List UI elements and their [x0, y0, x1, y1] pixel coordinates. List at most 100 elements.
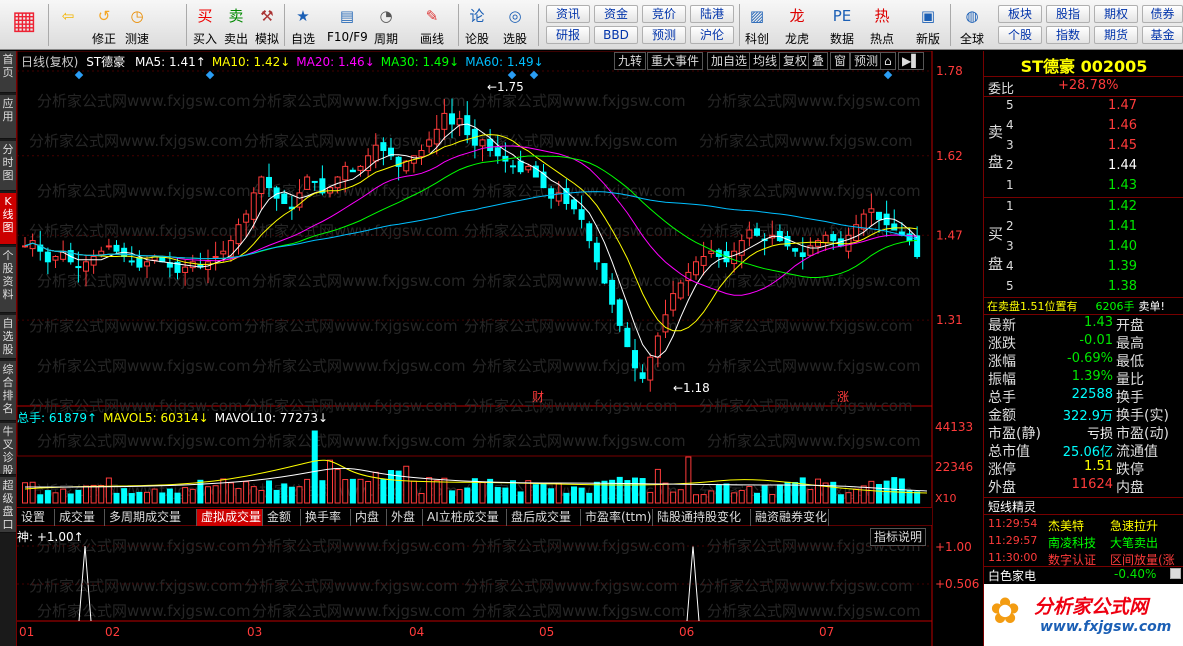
toolbar-forum-button[interactable]: 论论股	[461, 3, 493, 47]
indicator-tab-5[interactable]: 换手率	[301, 509, 351, 526]
toolbar-new-version-button[interactable]: ▣ 新版	[912, 3, 944, 47]
toolbar-small-button[interactable]: 板块	[998, 5, 1042, 23]
indicator-tab-7[interactable]: 外盘	[387, 509, 423, 526]
globe-icon: ◍	[965, 7, 979, 25]
sell-price-2[interactable]: 1.44	[1108, 158, 1137, 173]
indicator-tab-8[interactable]: AI立桩成交量	[423, 509, 507, 526]
toolbar-small-button[interactable]: 陆港	[690, 5, 734, 23]
toolbar-back-arrow-button[interactable]: ⇦	[52, 3, 84, 47]
indicator-tab-12[interactable]: 融资融券变化	[751, 509, 829, 526]
volume-bar	[357, 478, 364, 504]
toolbar-sell-button[interactable]: 卖卖出	[220, 3, 252, 47]
left-tab-4[interactable]: 个股资料	[0, 247, 16, 313]
left-tab-0[interactable]: 首页	[0, 51, 16, 93]
indicator-tab-4[interactable]: 金额	[263, 509, 301, 526]
short-term-wizard-title[interactable]: 短线精灵	[988, 498, 1036, 515]
buy-price-1[interactable]: 1.42	[1108, 199, 1137, 214]
watermark: 分析家公式网www.fxjgsw.com	[252, 602, 466, 620]
toolbar-pe-button[interactable]: PE 数据	[826, 3, 858, 47]
indicator-tab-1[interactable]: 成交量	[55, 509, 105, 526]
toolbar-small-button[interactable]: 债券	[1142, 5, 1183, 23]
kline-chart[interactable]: 分析家公式网www.fxjgsw.com 分析家公式网www.fxjgsw.com…	[17, 51, 983, 646]
toolbar-star-button[interactable]: ★ 自选	[287, 3, 319, 47]
left-tab-2[interactable]: 分时图	[0, 141, 16, 191]
event-marker-icon[interactable]	[507, 70, 517, 80]
chart-top-button-0[interactable]: 九转	[614, 52, 647, 70]
toolbar-small-button[interactable]: 竞价	[642, 5, 686, 23]
sell-price-4[interactable]: 1.46	[1108, 118, 1137, 133]
event-marker-icon[interactable]	[529, 70, 539, 80]
left-tab-1[interactable]: 应用	[0, 95, 16, 139]
toolbar-cycle-button[interactable]: ◔ 周期	[370, 3, 402, 47]
sector-expand-icon[interactable]	[1170, 568, 1181, 579]
toolbar-small-button[interactable]: 个股	[998, 26, 1042, 44]
toolbar-small-button[interactable]: 期货	[1094, 26, 1138, 44]
toolbar-small-button[interactable]: 股指	[1046, 5, 1090, 23]
sector-name[interactable]: 白色家电	[988, 567, 1036, 584]
indicator-tab-6[interactable]: 内盘	[351, 509, 387, 526]
event-tag-1[interactable]: 涨	[837, 389, 849, 404]
chart-top-button-7[interactable]: 预测	[850, 52, 883, 70]
toolbar-f10-button[interactable]: ▤ F10/F9	[327, 3, 368, 47]
indicator-help-button[interactable]: 指标说明	[870, 528, 927, 546]
toolbar-globe-button[interactable]: ◍ 全球	[956, 3, 988, 47]
indicator-tab-2[interactable]: 多周期成交量	[105, 509, 197, 526]
toolbar-clock-button[interactable]: ◷ 测速	[121, 3, 153, 47]
left-tab-3[interactable]: K线图	[0, 193, 16, 245]
sell-price-1[interactable]: 1.43	[1108, 178, 1137, 193]
toolbar-small-button[interactable]: 资讯	[546, 5, 590, 23]
wizard-stock[interactable]: 南凌科技	[1048, 534, 1096, 551]
indicator-tab-3[interactable]: 虚拟成交量	[197, 509, 263, 526]
stat-label: 总手	[988, 390, 1016, 406]
toolbar-small-button[interactable]: 基金	[1142, 26, 1183, 44]
toolbar-small-button[interactable]: 研报	[546, 26, 590, 44]
indicator-tab-9[interactable]: 盘后成交量	[507, 509, 581, 526]
candle-body	[22, 245, 28, 248]
toolbar-small-button[interactable]: BBD	[594, 26, 638, 44]
expand-icon[interactable]: ▶▌	[898, 52, 925, 70]
left-tab-5[interactable]: 自选股	[0, 315, 16, 359]
left-tab-6[interactable]: 综合排名	[0, 361, 16, 421]
chart-top-button-3[interactable]: 均线	[749, 52, 782, 70]
toolbar-select-stock-button[interactable]: ◎ 选股	[499, 3, 531, 47]
event-marker-icon[interactable]	[883, 70, 893, 80]
toolbar-hammer-button[interactable]: ⚒ 模拟	[251, 3, 283, 47]
toolbar-dragon-button[interactable]: 龙龙虎	[781, 3, 813, 47]
toolbar-hot-button[interactable]: 热热点	[866, 3, 898, 47]
event-marker-icon[interactable]	[74, 70, 84, 80]
chart-area[interactable]: 分析家公式网www.fxjgsw.com 分析家公式网www.fxjgsw.com…	[17, 51, 983, 646]
left-tab-8[interactable]: 超级盘口	[0, 477, 16, 533]
wizard-stock[interactable]: 杰美特	[1048, 517, 1084, 534]
toolbar-pen-button[interactable]: ✎ 画线	[416, 3, 448, 47]
chart-top-button-1[interactable]: 重大事件	[647, 52, 704, 70]
chart-top-button-6[interactable]: 窗	[830, 52, 851, 70]
toolbar-grid-button[interactable]: ▦	[2, 3, 46, 47]
toolbar-small-button[interactable]: 资金	[594, 5, 638, 23]
indicator-tab-10[interactable]: 市盈率(ttm)	[581, 509, 653, 526]
left-tab-7[interactable]: 牛叉诊股	[0, 423, 16, 475]
buy-price-2[interactable]: 1.41	[1108, 219, 1137, 234]
indicator-tab-0[interactable]: 设置	[17, 509, 55, 526]
sell-price-5[interactable]: 1.47	[1108, 98, 1137, 113]
toolbar-chart-button[interactable]: ▨ 科创	[741, 3, 773, 47]
toolbar-small-button[interactable]: 沪伦	[690, 26, 734, 44]
event-tag-0[interactable]: 财	[532, 390, 544, 404]
select-stock-icon: ◎	[508, 7, 522, 25]
buy-price-4[interactable]: 1.39	[1108, 259, 1137, 274]
toolbar-small-button[interactable]: 指数	[1046, 26, 1090, 44]
stat-label: 总市值	[988, 444, 1030, 460]
chart-top-button-4[interactable]: 复权	[779, 52, 812, 70]
toolbar-small-button[interactable]: 预测	[642, 26, 686, 44]
buy-price-3[interactable]: 1.40	[1108, 239, 1137, 254]
toolbar-small-button[interactable]: 期权	[1094, 5, 1138, 23]
indicator-tab-11[interactable]: 陆股通持股变化	[653, 509, 751, 526]
toolbar-modify-button[interactable]: ↺ 修正	[88, 3, 120, 47]
chart-top-button-5[interactable]: 叠	[808, 52, 829, 70]
event-marker-icon[interactable]	[205, 70, 215, 80]
sell-price-3[interactable]: 1.45	[1108, 138, 1137, 153]
buy-price-5[interactable]: 1.38	[1108, 279, 1137, 294]
chart-top-button-2[interactable]: 加自选	[707, 52, 752, 70]
toolbar-buy-button[interactable]: 买买入	[189, 3, 221, 47]
volume-bar	[174, 492, 181, 504]
lock-icon[interactable]: ⌂	[880, 52, 896, 70]
